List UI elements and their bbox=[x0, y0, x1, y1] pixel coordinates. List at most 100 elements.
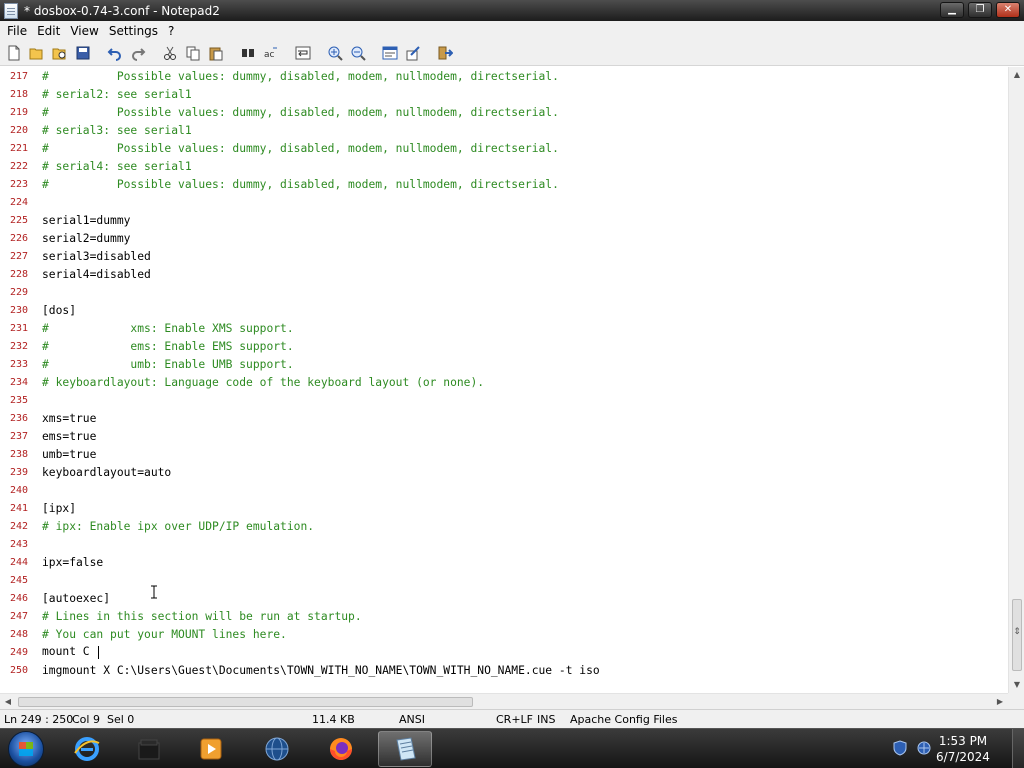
line-number: 238 bbox=[9, 448, 28, 460]
editor-line[interactable]: 222 # serial4: see serial1 bbox=[0, 157, 1008, 175]
minimize-button[interactable]: ▁ bbox=[940, 2, 964, 18]
undo-icon[interactable] bbox=[105, 43, 125, 63]
editor-line[interactable]: 217 # Possible values: dummy, disabled, m… bbox=[0, 67, 1008, 85]
code-text: serial1=dummy bbox=[42, 214, 130, 227]
editor-line[interactable]: 243 bbox=[0, 535, 1008, 553]
horizontal-scroll-thumb[interactable] bbox=[18, 697, 473, 707]
status-line-endings[interactable]: CR+LF bbox=[496, 713, 533, 726]
editor-line[interactable]: 238 umb=true bbox=[0, 445, 1008, 463]
copy-icon[interactable] bbox=[183, 43, 203, 63]
comment-text: # serial4: see serial1 bbox=[42, 160, 192, 173]
scroll-down-arrow-icon[interactable]: ▼ bbox=[1009, 677, 1024, 693]
status-insert-mode: INS bbox=[537, 713, 556, 726]
new-icon[interactable] bbox=[4, 43, 24, 63]
network-globe-icon[interactable] bbox=[250, 731, 304, 767]
scroll-right-arrow-icon[interactable]: ▶ bbox=[992, 694, 1008, 710]
editor-line[interactable]: 228 serial4=disabled bbox=[0, 265, 1008, 283]
vertical-scrollbar[interactable]: ▲ ⇕ ▼ bbox=[1008, 67, 1024, 693]
line-text: # You can put your MOUNT lines here. bbox=[42, 627, 287, 641]
line-number: 231 bbox=[9, 322, 28, 334]
notepad-app-icon[interactable] bbox=[4, 2, 18, 19]
zoom-in-icon[interactable] bbox=[325, 43, 345, 63]
editor-line[interactable]: 234 # keyboardlayout: Language code of th… bbox=[0, 373, 1008, 391]
schemes-icon[interactable] bbox=[380, 43, 400, 63]
cut-icon[interactable] bbox=[160, 43, 180, 63]
find-icon[interactable] bbox=[238, 43, 258, 63]
comment-text: # Possible values: dummy, disabled, mode… bbox=[42, 70, 559, 83]
word-wrap-icon[interactable] bbox=[293, 43, 313, 63]
code-text: [dos] bbox=[42, 304, 76, 317]
line-text: serial3=disabled bbox=[42, 249, 151, 263]
media-player-icon[interactable] bbox=[184, 731, 238, 767]
system-clock[interactable]: 1:53 PM 6/7/2024 bbox=[928, 733, 998, 765]
menu-edit[interactable]: Edit bbox=[32, 24, 65, 38]
editor-line[interactable]: 236 xms=true bbox=[0, 409, 1008, 427]
editor-line[interactable]: 223 # Possible values: dummy, disabled, m… bbox=[0, 175, 1008, 193]
code-text: keyboardlayout=auto bbox=[42, 466, 171, 479]
editor-line[interactable]: 225 serial1=dummy bbox=[0, 211, 1008, 229]
line-text: serial4=disabled bbox=[42, 267, 151, 281]
editor-line[interactable]: 233 # umb: Enable UMB support. bbox=[0, 355, 1008, 373]
notepad2-icon[interactable] bbox=[378, 731, 432, 767]
scroll-up-arrow-icon[interactable]: ▲ bbox=[1009, 67, 1024, 83]
editor-line[interactable]: 230 [dos] bbox=[0, 301, 1008, 319]
save-icon[interactable] bbox=[73, 43, 93, 63]
editor-line[interactable]: 220 # serial3: see serial1 bbox=[0, 121, 1008, 139]
menu-settings[interactable]: Settings bbox=[104, 24, 163, 38]
firefox-icon[interactable] bbox=[314, 731, 368, 767]
start-button[interactable] bbox=[8, 731, 44, 767]
replace-icon[interactable]: ac bbox=[261, 43, 281, 63]
close-button[interactable]: ✕ bbox=[996, 2, 1020, 18]
paste-icon[interactable] bbox=[206, 43, 226, 63]
customize-icon[interactable] bbox=[403, 43, 423, 63]
status-syntax-scheme[interactable]: Apache Config Files bbox=[570, 713, 677, 726]
menu-file[interactable]: File bbox=[2, 24, 32, 38]
line-number: 225 bbox=[9, 214, 28, 226]
line-text: # Possible values: dummy, disabled, mode… bbox=[42, 141, 559, 155]
editor-line[interactable]: 218 # serial2: see serial1 bbox=[0, 85, 1008, 103]
editor-line[interactable]: 226 serial2=dummy bbox=[0, 229, 1008, 247]
show-desktop-button[interactable] bbox=[1012, 729, 1024, 768]
internet-explorer-icon[interactable] bbox=[60, 731, 114, 767]
editor-line[interactable]: 239 keyboardlayout=auto bbox=[0, 463, 1008, 481]
open-icon[interactable] bbox=[27, 43, 47, 63]
redo-icon[interactable] bbox=[128, 43, 148, 63]
editor-line[interactable]: 247 # Lines in this section will be run a… bbox=[0, 607, 1008, 625]
editor-line[interactable]: 227 serial3=disabled bbox=[0, 247, 1008, 265]
editor-line[interactable]: 244 ipx=false bbox=[0, 553, 1008, 571]
editor-line[interactable]: 241 [ipx] bbox=[0, 499, 1008, 517]
menu-help[interactable]: ? bbox=[163, 24, 179, 38]
zoom-out-icon[interactable] bbox=[348, 43, 368, 63]
text-editor[interactable]: 217 # Possible values: dummy, disabled, m… bbox=[0, 67, 1008, 693]
editor-line[interactable]: 249 mount C bbox=[0, 643, 1008, 661]
file-explorer-icon[interactable] bbox=[122, 731, 176, 767]
text-cursor-ibeam bbox=[151, 585, 157, 599]
editor-line[interactable]: 231 # xms: Enable XMS support. bbox=[0, 319, 1008, 337]
horizontal-scrollbar[interactable]: ◀ ▶ bbox=[0, 693, 1008, 709]
editor-line[interactable]: 232 # ems: Enable EMS support. bbox=[0, 337, 1008, 355]
editor-line[interactable]: 221 # Possible values: dummy, disabled, m… bbox=[0, 139, 1008, 157]
editor-line[interactable]: 229 bbox=[0, 283, 1008, 301]
editor-line[interactable]: 224 bbox=[0, 193, 1008, 211]
comment-text: # xms: Enable XMS support. bbox=[42, 322, 294, 335]
browse-icon[interactable] bbox=[50, 43, 70, 63]
editor-line[interactable]: 219 # Possible values: dummy, disabled, m… bbox=[0, 103, 1008, 121]
editor-line[interactable]: 242 # ipx: Enable ipx over UDP/IP emulati… bbox=[0, 517, 1008, 535]
comment-text: # You can put your MOUNT lines here. bbox=[42, 628, 287, 641]
line-number: 248 bbox=[9, 628, 28, 640]
line-number: 218 bbox=[9, 88, 28, 100]
maximize-button[interactable]: ❐ bbox=[968, 2, 992, 18]
menu-bar: File Edit View Settings ? bbox=[0, 21, 1024, 40]
editor-line[interactable]: 250 imgmount X C:\Users\Guest\Documents\T… bbox=[0, 661, 1008, 679]
line-text: # ems: Enable EMS support. bbox=[42, 339, 294, 353]
editor-line[interactable]: 235 bbox=[0, 391, 1008, 409]
exit-icon[interactable] bbox=[435, 43, 455, 63]
editor-line[interactable]: 248 # You can put your MOUNT lines here. bbox=[0, 625, 1008, 643]
status-encoding[interactable]: ANSI bbox=[399, 713, 425, 726]
menu-view[interactable]: View bbox=[65, 24, 103, 38]
security-shield-icon[interactable] bbox=[892, 740, 908, 756]
editor-line[interactable]: 240 bbox=[0, 481, 1008, 499]
editor-line[interactable]: 237 ems=true bbox=[0, 427, 1008, 445]
title-bar: * dosbox-0.74-3.conf - Notepad2 ▁ ❐ ✕ bbox=[0, 0, 1024, 21]
scroll-left-arrow-icon[interactable]: ◀ bbox=[0, 694, 16, 710]
